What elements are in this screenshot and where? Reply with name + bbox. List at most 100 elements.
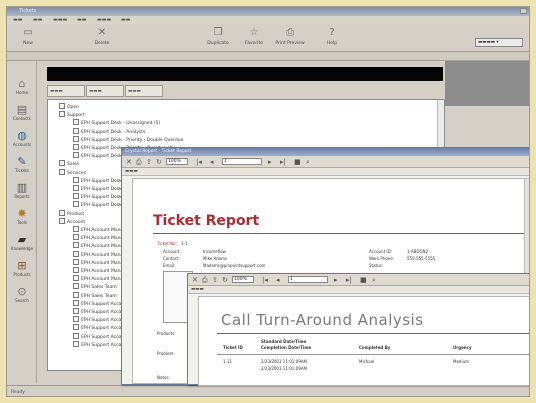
field-account-id-label: Account ID: xyxy=(369,249,393,254)
tree-node[interactable]: EPH Account Mana xyxy=(73,275,123,282)
new-button[interactable]: ▭ New xyxy=(13,26,43,50)
tree-node[interactable]: EPH Support Desk - Priority - Double Ove… xyxy=(73,136,183,143)
menu-item-tools[interactable]: ▬▬ xyxy=(77,17,86,23)
stop-icon[interactable]: ■ xyxy=(360,276,367,284)
prev-page-icon[interactable]: ◂ xyxy=(276,276,280,284)
tab-1[interactable]: ▬▬▬ xyxy=(47,85,85,97)
tree-node[interactable]: EPH Support Desk - Analysts xyxy=(73,128,145,135)
export-icon[interactable]: ⇪ xyxy=(212,276,218,284)
field-work-phone-label: Work Phone: xyxy=(369,256,395,261)
navigation-bar: ⌂ Home ▤ Contacts ◍ Accounts ✎ Tickets ▥… xyxy=(7,61,37,383)
report-toolbar: ✕ ⎙ ⇪ ↻ 100% |◂ ◂ 1 ▸ ▸| ■ ⌕ xyxy=(122,156,529,168)
row-1-urgency: Medium xyxy=(453,359,469,364)
tree-node[interactable]: EPH Support Desk xyxy=(73,201,122,208)
tree-node[interactable]: EPH Sales Team xyxy=(73,292,117,299)
duplicate-button[interactable]: ❐ Duplicate xyxy=(203,26,233,50)
nav-products[interactable]: ⊞ Products xyxy=(8,257,36,283)
tree-node[interactable]: EPH Support Acco xyxy=(73,300,121,307)
page-number-field[interactable]: 1 xyxy=(222,158,262,165)
tree-node[interactable]: EPH Account Mana xyxy=(73,226,123,233)
tree-node[interactable]: EPH Account Mana xyxy=(73,251,123,258)
refresh-icon[interactable]: ↻ xyxy=(156,158,162,166)
tree-node[interactable]: EPH Support Acco xyxy=(73,341,121,348)
search-report-icon[interactable]: ⌕ xyxy=(306,158,310,167)
print-preview-button[interactable]: ⎙ Print Preview xyxy=(275,26,305,50)
nav-accounts[interactable]: ◍ Accounts xyxy=(8,127,36,153)
tree-node[interactable]: EPH Support Desk xyxy=(73,177,122,184)
menu-item-window[interactable]: ▬▬▬ xyxy=(97,17,111,23)
nav-home[interactable]: ⌂ Home xyxy=(8,75,36,101)
tree-node[interactable]: EPH Account Mana xyxy=(73,234,123,241)
tree-node[interactable]: Sales xyxy=(59,160,79,167)
tree-node[interactable]: Services xyxy=(59,169,86,176)
favorite-button[interactable]: ☆ Favorite xyxy=(239,26,269,50)
col-ticket-id: Ticket ID xyxy=(223,345,243,350)
table-header-rule xyxy=(217,354,529,355)
field-email-value: Madams@pinpointsupport.com xyxy=(203,263,266,268)
field-account-id-value: 1-ABDGN2 xyxy=(407,249,429,254)
export-icon[interactable]: ⇪ xyxy=(146,158,152,166)
print-icon[interactable]: ⎙ xyxy=(202,276,208,285)
stop-icon[interactable]: ■ xyxy=(294,158,301,166)
menu-item-file[interactable]: ▬▬ xyxy=(13,17,22,23)
tree-node[interactable]: Product xyxy=(59,210,84,217)
last-page-icon[interactable]: ▸| xyxy=(280,158,286,166)
field-contact-label: Contact: xyxy=(163,256,180,261)
tree-node[interactable]: EPH Account Mana xyxy=(73,259,123,266)
view-selector[interactable]: ▬▬▬▬ ▾ xyxy=(475,38,523,47)
next-page-icon[interactable]: ▸ xyxy=(334,276,338,284)
next-page-icon[interactable]: ▸ xyxy=(268,158,272,166)
tree-node[interactable]: EPH Sales Team xyxy=(73,283,117,290)
nav-tools[interactable]: ✸ Tools xyxy=(8,205,36,231)
first-page-icon[interactable]: |◂ xyxy=(262,276,268,284)
nav-search[interactable]: ⊙ Search xyxy=(8,283,36,309)
tree-node[interactable]: EPH Support Acco xyxy=(73,324,121,331)
box-icon: ⊞ xyxy=(17,259,27,272)
field-account-label: Account: xyxy=(163,249,181,254)
print-icon[interactable]: ⎙ xyxy=(136,158,142,167)
last-page-icon[interactable]: ▸| xyxy=(346,276,352,284)
menu-item-view[interactable]: ▬▬▬ xyxy=(53,17,67,23)
refresh-icon[interactable]: ↻ xyxy=(222,276,228,284)
zoom-field[interactable]: 100% xyxy=(166,158,188,165)
tree-node[interactable]: Support xyxy=(59,111,85,118)
close-icon[interactable] xyxy=(520,8,527,14)
close-analysis-icon[interactable]: ✕ xyxy=(192,276,198,284)
analysis-preview-tab[interactable]: ▬▬▬ xyxy=(188,286,529,294)
tree-node[interactable]: EPH Support Desk xyxy=(73,193,122,200)
tree-node[interactable]: EPH Support Acco xyxy=(73,333,121,340)
first-page-icon[interactable]: |◂ xyxy=(196,158,202,166)
close-report-icon[interactable]: ✕ xyxy=(126,158,132,166)
zoom-field[interactable]: 100% xyxy=(232,276,254,283)
tree-node[interactable]: EPH Account Mana xyxy=(73,242,123,249)
menu-item-edit[interactable]: ▬▬ xyxy=(33,17,42,23)
page-number-field[interactable]: 1 xyxy=(288,276,328,283)
tree-node[interactable]: EPH Support Desk xyxy=(73,185,122,192)
home-icon: ⌂ xyxy=(18,77,26,90)
nav-tickets-label: Tickets xyxy=(15,168,29,173)
tree-node[interactable]: Open xyxy=(59,103,79,110)
nav-reports[interactable]: ▥ Reports xyxy=(8,179,36,205)
tab-3[interactable]: ▬▬▬ xyxy=(125,85,163,97)
tree-node[interactable]: EPH Account Mana xyxy=(73,267,123,274)
gear-icon: ✸ xyxy=(17,207,27,220)
tree-node[interactable]: EPH Support Desk - Unassigned (5) xyxy=(73,119,160,126)
col-dates: Standard Date/Time Completion Date/Time xyxy=(261,339,312,350)
tree-node[interactable]: EPH Support Acco xyxy=(73,308,121,315)
menu-item-help[interactable]: ▬▬ xyxy=(121,17,130,23)
delete-button[interactable]: ✕ Delete xyxy=(87,26,117,50)
report-preview-tab[interactable]: ▬▬▬ xyxy=(122,168,529,176)
nav-contacts[interactable]: ▤ Contacts xyxy=(8,101,36,127)
tree-tabs: ▬▬▬ ▬▬▬ ▬▬▬ xyxy=(47,85,167,97)
prev-page-icon[interactable]: ◂ xyxy=(210,158,214,166)
search-report-icon[interactable]: ⌕ xyxy=(372,276,376,285)
tree-node[interactable]: EPH Support Desk xyxy=(73,152,122,159)
field-ticket-no-label: Ticket No: xyxy=(157,241,177,246)
nav-tickets[interactable]: ✎ Tickets xyxy=(8,153,36,179)
tree-node[interactable]: Account xyxy=(59,218,85,225)
tree-node[interactable]: EPH Support Acco xyxy=(73,316,121,323)
analysis-title: Call Turn-Around Analysis xyxy=(221,311,424,329)
help-button[interactable]: ? Help xyxy=(317,26,347,50)
nav-knowledge[interactable]: ▰ Knowledge xyxy=(8,231,36,257)
tab-2[interactable]: ▬▬▬ xyxy=(86,85,124,97)
